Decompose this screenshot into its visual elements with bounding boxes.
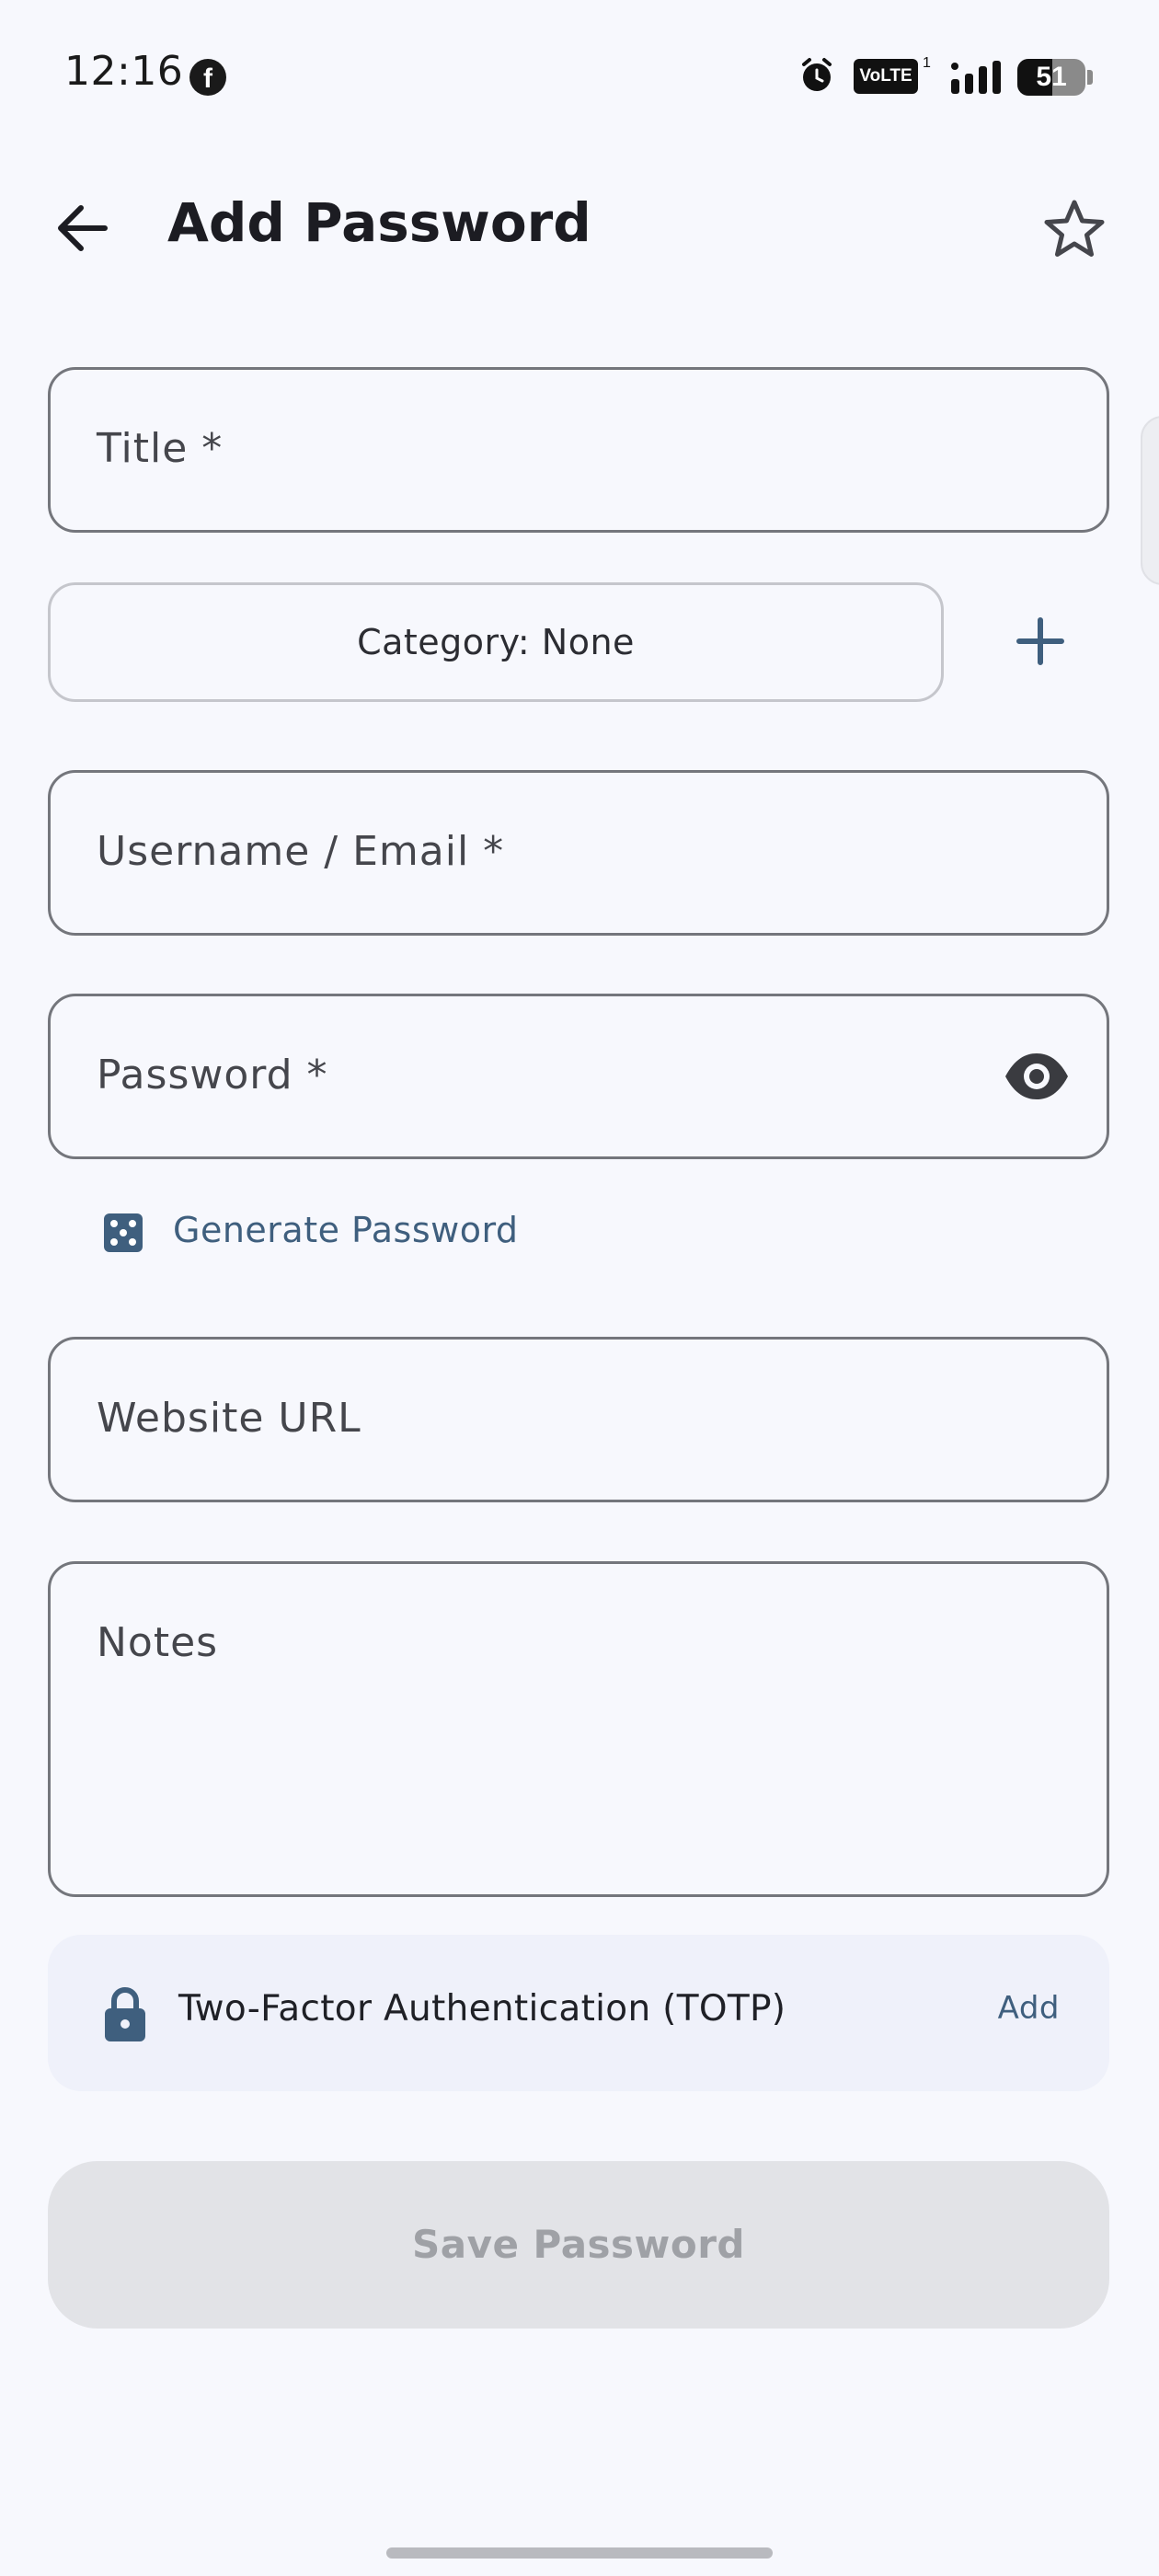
status-time: 12:16 [64, 48, 184, 95]
category-selector-button[interactable]: Category: None [48, 582, 944, 702]
username-placeholder: Username / Email * [97, 828, 505, 875]
totp-add-button[interactable]: Add [998, 1990, 1060, 2027]
save-password-button[interactable]: Save Password [48, 2161, 1109, 2329]
dice-icon[interactable] [103, 1213, 143, 1253]
notes-textarea[interactable]: Notes [48, 1561, 1109, 1897]
website-url-input[interactable]: Website URL [48, 1337, 1109, 1502]
show-password-eye-icon[interactable] [1002, 1048, 1072, 1105]
title-placeholder: Title * [97, 425, 224, 472]
battery-level: 51 [1036, 62, 1067, 92]
notes-placeholder: Notes [97, 1619, 219, 1666]
totp-label: Two-Factor Authentication (TOTP) [178, 1988, 786, 2030]
website-url-placeholder: Website URL [97, 1395, 361, 1442]
volte-icon: VoLTE [854, 59, 918, 94]
home-indicator[interactable] [386, 2547, 773, 2559]
battery-icon: 51 [1017, 59, 1085, 96]
generate-password-link[interactable]: Generate Password [173, 1210, 519, 1250]
back-arrow-icon[interactable] [50, 193, 120, 263]
star-outline-icon[interactable] [1038, 193, 1111, 267]
totp-section: Two-Factor Authentication (TOTP) Add [48, 1935, 1109, 2091]
facebook-notification-icon: f [189, 59, 226, 96]
side-panel-handle[interactable] [1141, 416, 1159, 585]
battery-nub [1087, 70, 1093, 85]
add-category-plus-icon[interactable] [1008, 607, 1073, 675]
title-input[interactable]: Title * [48, 367, 1109, 533]
password-placeholder: Password * [97, 1052, 328, 1098]
password-input[interactable]: Password * [48, 994, 1109, 1159]
lock-icon [105, 1986, 145, 2041]
volte-sim-indicator: 1 [923, 55, 931, 71]
page-title: Add Password [167, 191, 591, 254]
signal-strength-icon [951, 61, 1001, 94]
username-email-input[interactable]: Username / Email * [48, 770, 1109, 936]
alarm-icon [802, 58, 832, 91]
